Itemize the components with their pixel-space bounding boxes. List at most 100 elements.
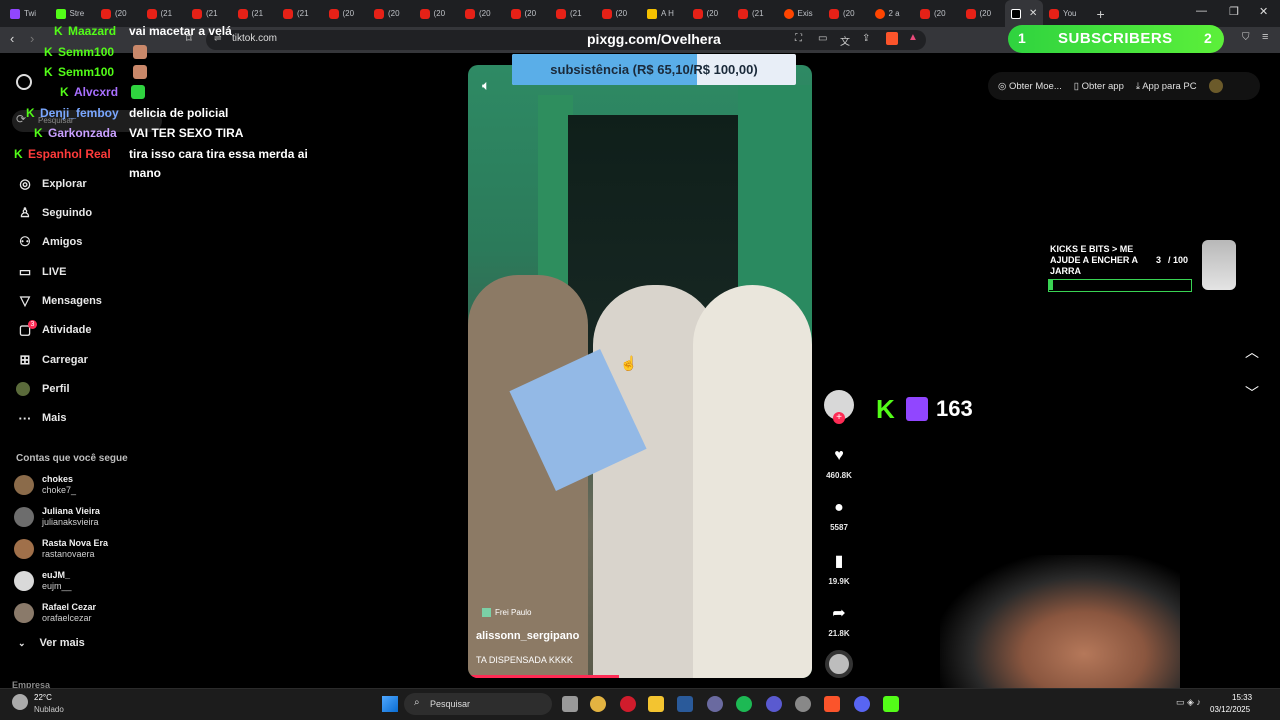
like-button[interactable]: ♥ 460.8K — [822, 447, 856, 480]
brave-rewards-icon[interactable]: ▲ — [908, 32, 918, 43]
chat-username[interactable]: Espanhol Real — [28, 147, 111, 161]
browser-tab[interactable]: (20 — [323, 0, 369, 27]
windows-start-icon[interactable] — [382, 696, 398, 712]
weather-icon[interactable] — [12, 694, 28, 710]
vpn-icon[interactable]: ⛉ — [1242, 32, 1250, 43]
chat-username[interactable]: Denji_femboy — [40, 106, 119, 120]
share-button[interactable]: ➦ 21.8K — [822, 603, 856, 638]
browser-tab[interactable]: (20 — [914, 0, 960, 27]
close-tab-icon[interactable]: ✕ — [1029, 8, 1037, 19]
file-explorer-icon[interactable] — [648, 696, 664, 712]
comment-button[interactable]: ● 5587 — [822, 499, 856, 532]
extension-icon[interactable]: ⛶ — [795, 33, 802, 44]
browser-tab[interactable]: Twi — [4, 0, 50, 27]
sidebar-item-explorar[interactable]: ◎ Explorar — [16, 174, 86, 194]
followed-account[interactable]: Rafael Cezar orafaelcezar — [14, 602, 96, 624]
taskbar-search[interactable]: ⌕ Pesquisar — [404, 693, 552, 715]
close-window-button[interactable]: ✕ — [1259, 5, 1268, 18]
chat-username[interactable]: Semm100 — [58, 65, 114, 79]
creator-avatar[interactable]: + — [822, 390, 856, 424]
browser-tab-strip: Twi Stre (20 (21 (21 (21 (21 (20 (20 (20 (20 (20 (21… — [0, 0, 1280, 27]
brave-shield-icon[interactable] — [886, 32, 898, 45]
url-text[interactable]: tiktok.com — [232, 33, 277, 44]
chat-username[interactable]: Alvcxrd — [74, 85, 118, 99]
browser-tab[interactable]: (20 — [687, 0, 733, 27]
back-icon[interactable]: ‹ — [10, 31, 14, 46]
video-author[interactable]: alissonn_sergipano — [476, 630, 579, 642]
browser-tab[interactable]: A H — [641, 0, 687, 27]
forward-icon[interactable]: › — [30, 31, 34, 46]
browser-tab[interactable]: (20 — [95, 0, 141, 27]
browser-tab[interactable]: (20 — [368, 0, 414, 27]
browser-tab[interactable]: (21 — [186, 0, 232, 27]
kick-app-icon[interactable] — [883, 696, 899, 712]
minimize-button[interactable]: — — [1196, 5, 1207, 17]
sidebar-item-live[interactable]: ▭ LIVE — [16, 262, 67, 282]
browser-tab[interactable]: (21 — [732, 0, 778, 27]
brave-icon[interactable] — [824, 696, 840, 712]
opera-icon[interactable] — [620, 696, 636, 712]
browser-tab[interactable]: (21 — [277, 0, 323, 27]
browser-tab[interactable]: You — [1043, 0, 1089, 27]
translate-icon[interactable]: 文 — [840, 33, 850, 48]
browser-tab-active[interactable]: ✕ — [1005, 0, 1043, 27]
app2-icon[interactable] — [766, 696, 782, 712]
profile-avatar[interactable] — [1208, 79, 1223, 93]
browser-tab[interactable]: (20 — [960, 0, 1006, 27]
browser-tab[interactable]: (20 — [459, 0, 505, 27]
sidebar-item-mais[interactable]: ··· Mais — [16, 408, 67, 428]
followed-account[interactable]: euJM_ eujm__ — [14, 570, 72, 592]
followed-account[interactable]: Rasta Nova Era rastanovaera — [14, 538, 108, 560]
get-coins-button[interactable]: ◎ Obter Moe... — [998, 81, 1062, 92]
see-more-button[interactable]: ⌄ Ver mais — [18, 637, 85, 649]
chevron-up-icon[interactable]: ︿ — [1245, 342, 1259, 362]
sidebar-item-carregar[interactable]: ⊞ Carregar — [16, 350, 88, 370]
sidebar-item-mensagens[interactable]: ▽ Mensagens — [16, 291, 102, 311]
browser-tab[interactable]: (21 — [550, 0, 596, 27]
spotify-icon[interactable] — [736, 696, 752, 712]
volume-icon[interactable]: 🔈︎ — [482, 77, 490, 94]
browser-tab[interactable]: Exis — [778, 0, 824, 27]
tray-icons[interactable]: ▭ ◈ ♪ — [1176, 697, 1201, 708]
restore-button[interactable]: ❐ — [1229, 5, 1239, 18]
chat-username[interactable]: Maazard — [68, 24, 116, 38]
sidebar-item-perfil[interactable]: Perfil — [16, 379, 70, 399]
app-icon[interactable] — [707, 696, 723, 712]
save-button[interactable]: ▮ 19.9K — [822, 551, 856, 586]
steam-icon[interactable] — [677, 696, 693, 712]
chevron-down-icon[interactable]: ﹀ — [1245, 383, 1259, 403]
chrome-icon[interactable] — [590, 696, 606, 712]
followed-account[interactable]: chokes choke7_ — [14, 474, 76, 496]
cast-icon[interactable]: ▭ — [818, 33, 827, 44]
browser-tab[interactable]: (20 — [823, 0, 869, 27]
task-view-icon[interactable] — [562, 696, 578, 712]
chat-username[interactable]: Semm100 — [58, 45, 114, 59]
news-icon — [647, 8, 657, 19]
discord-icon[interactable] — [854, 696, 870, 712]
menu-icon[interactable]: ≡ — [1262, 31, 1268, 43]
browser-tab[interactable]: (21 — [232, 0, 278, 27]
chat-message: VAI TER SEXO TIRA — [129, 126, 244, 140]
tiktok-logo-icon[interactable] — [16, 74, 32, 90]
chat-username[interactable]: Garkonzada — [48, 126, 117, 140]
browser-tab[interactable]: (20 — [414, 0, 460, 27]
music-disc[interactable] — [822, 650, 856, 678]
browser-tab[interactable]: (20 — [596, 0, 642, 27]
share-icon[interactable]: ⇪ — [862, 33, 870, 44]
browser-tab[interactable]: 2 a — [869, 0, 915, 27]
pc-app-button[interactable]: ⤓ App para PC — [1136, 81, 1197, 92]
youtube-icon — [192, 8, 202, 19]
new-tab-button[interactable]: + — [1097, 6, 1105, 22]
tab-title: (20 — [979, 9, 992, 18]
video-progress-bar[interactable] — [468, 675, 620, 678]
video-player[interactable]: 🔈︎ ··· Frei Paulo alissonn_sergipano TA … — [468, 65, 812, 678]
browser-tab[interactable]: (20 — [505, 0, 551, 27]
get-app-button[interactable]: ▯ Obter app — [1074, 81, 1124, 92]
settings-icon[interactable] — [795, 696, 811, 712]
browser-tab[interactable]: Stre — [50, 0, 96, 27]
follow-plus-icon[interactable]: + — [833, 412, 845, 424]
browser-tab[interactable]: (21 — [141, 0, 187, 27]
sidebar-item-seguindo[interactable]: ♙ Seguindo — [16, 203, 92, 223]
followed-account[interactable]: Juliana Vieira julianaksvieira — [14, 506, 100, 528]
sidebar-item-amigos[interactable]: ⚇ Amigos — [16, 232, 82, 252]
